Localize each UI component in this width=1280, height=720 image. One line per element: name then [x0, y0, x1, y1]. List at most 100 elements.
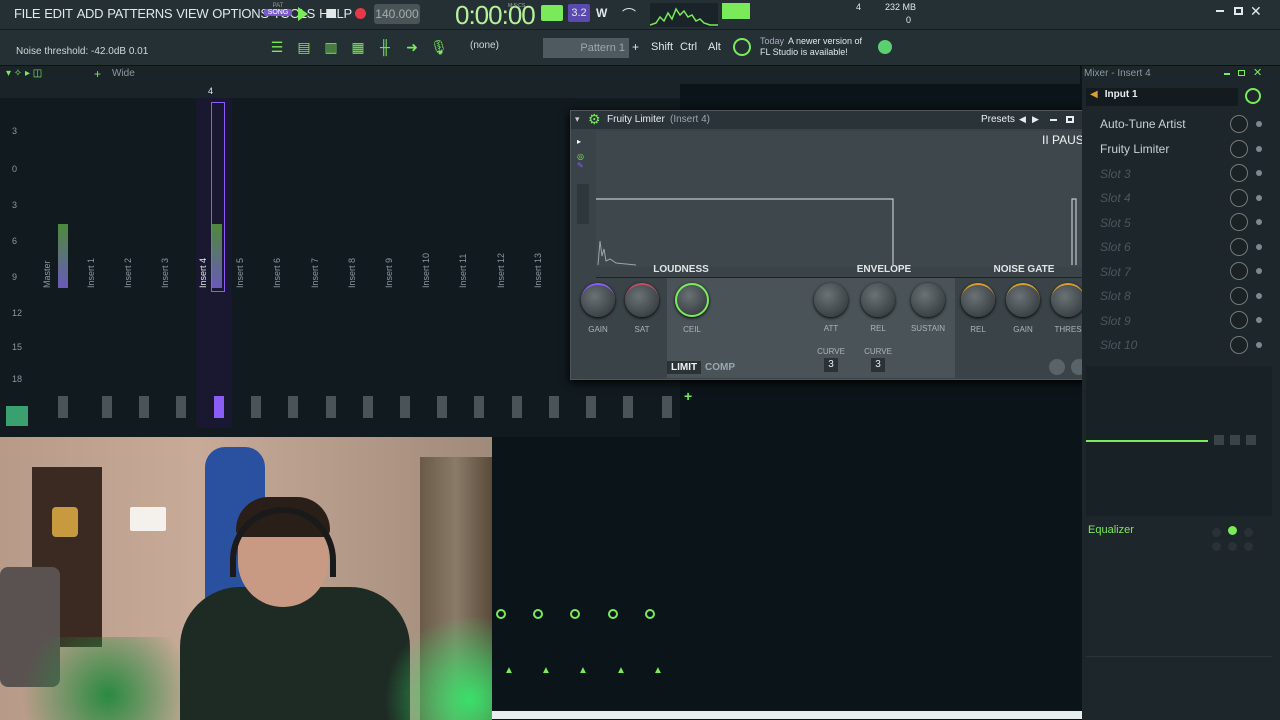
slot-mix-knob[interactable]	[1230, 336, 1248, 354]
send-knob[interactable]	[570, 609, 580, 619]
minimize-icon[interactable]	[1050, 119, 1057, 121]
browser-arrow-icon[interactable]: ▾ ✧ ▸ ◫	[6, 68, 42, 79]
ng-rel-knob[interactable]	[961, 283, 995, 317]
fader-handle[interactable]	[400, 396, 410, 418]
fader-handle[interactable]	[437, 396, 447, 418]
maximize-icon[interactable]	[1234, 7, 1243, 15]
step-button[interactable]: 3.2	[568, 4, 590, 22]
minimize-icon[interactable]	[1216, 10, 1224, 12]
slot-mix-knob[interactable]	[1230, 262, 1248, 280]
patterns-icon[interactable]: ▦	[347, 38, 369, 56]
slot-9[interactable]: Slot 9	[1100, 314, 1131, 328]
fader-handle[interactable]	[549, 396, 559, 418]
slot-mix-knob[interactable]	[1230, 287, 1248, 305]
panel-close-icon[interactable]: ✕	[1253, 66, 1262, 79]
pencil-icon[interactable]: ✎	[577, 161, 593, 170]
track-label[interactable]: Insert 9	[384, 258, 394, 288]
fader-handle[interactable]	[586, 396, 596, 418]
slot-enable-dot[interactable]	[1256, 293, 1262, 299]
route-arrow-icon[interactable]: ▲	[578, 665, 588, 676]
track-label[interactable]: Insert 12	[496, 253, 506, 288]
stop-button[interactable]	[327, 9, 336, 18]
track-label[interactable]: Insert 10	[421, 253, 431, 288]
slot-mix-knob[interactable]	[1230, 213, 1248, 231]
target-icon[interactable]: ◎	[577, 152, 593, 161]
send-knob[interactable]	[608, 609, 618, 619]
track-label[interactable]: Insert 6	[272, 258, 282, 288]
slot-7[interactable]: Slot 7	[1100, 265, 1131, 279]
track-label[interactable]: Insert 7	[310, 258, 320, 288]
send-knob[interactable]	[496, 609, 506, 619]
browser-add-icon[interactable]: +	[94, 67, 101, 81]
att-knob[interactable]	[814, 283, 848, 317]
menu-options[interactable]: OPTIONS	[212, 6, 269, 21]
news-line2[interactable]: FL Studio is available!	[760, 47, 848, 57]
metronome-icon[interactable]	[541, 5, 563, 21]
route-arrow-icon[interactable]: ▲	[653, 665, 663, 676]
channel-rack-icon[interactable]: ▥	[320, 38, 342, 56]
play-arrow-icon[interactable]: ▸	[577, 137, 593, 146]
limit-mode-button[interactable]: LIMIT	[667, 361, 702, 374]
fader-handle[interactable]	[474, 396, 484, 418]
alt-key[interactable]: Alt	[708, 41, 721, 53]
fader-handle[interactable]	[662, 396, 672, 418]
play-button[interactable]	[298, 7, 308, 21]
presets-button[interactable]: Presets	[981, 114, 1015, 125]
eq-knob[interactable]	[1244, 528, 1253, 537]
route-arrow-icon[interactable]: ▲	[616, 665, 626, 676]
globe-icon[interactable]	[878, 40, 892, 54]
gear-icon[interactable]: ⚙	[588, 111, 601, 128]
fader-handle[interactable]	[288, 396, 298, 418]
thres-knob[interactable]	[1051, 283, 1085, 317]
eq-handle[interactable]	[1230, 435, 1240, 445]
collapse-icon[interactable]: ▾	[575, 114, 580, 125]
eq-knobs[interactable]	[1202, 526, 1272, 554]
track-label[interactable]: Insert 2	[123, 258, 133, 288]
route-arrow-icon[interactable]: ▲	[504, 665, 514, 676]
piano-roll-icon[interactable]: ▤	[293, 38, 315, 56]
slot-mix-knob[interactable]	[1230, 115, 1248, 133]
side-slider[interactable]	[577, 184, 589, 224]
fader-handle[interactable]	[102, 396, 112, 418]
slot-enable-dot[interactable]	[1256, 195, 1262, 201]
route-arrow-icon[interactable]: ▲	[541, 665, 551, 676]
arrow-icon[interactable]: ➜	[401, 38, 423, 56]
menu-patterns[interactable]: PATTERNS	[107, 6, 172, 21]
menu-add[interactable]: ADD	[77, 6, 104, 21]
eq-knob[interactable]	[1228, 542, 1237, 551]
fader-handle[interactable]	[176, 396, 186, 418]
slot-enable-dot[interactable]	[1256, 170, 1262, 176]
sustain-knob[interactable]	[911, 283, 945, 317]
playlist-icon[interactable]: ☰	[266, 38, 288, 56]
tempo-display[interactable]: 140.000	[374, 4, 420, 24]
ctrl-key[interactable]: Ctrl	[680, 41, 697, 53]
track-label[interactable]: Insert 11	[458, 254, 468, 288]
add-track-button[interactable]: +	[684, 388, 692, 404]
track-label[interactable]: Insert 5	[235, 258, 245, 288]
fader-handle[interactable]	[139, 396, 149, 418]
slot-mix-knob[interactable]	[1230, 238, 1248, 256]
limiter-titlebar[interactable]: ▾ ⚙ Fruity Limiter (Insert 4) Presets ◀ …	[571, 111, 1096, 129]
prev-preset-icon[interactable]: ◀	[1019, 114, 1026, 125]
slot-enable-dot[interactable]	[1256, 342, 1262, 348]
slot-10[interactable]: Slot 10	[1100, 338, 1137, 352]
ng-toggle-icon[interactable]	[1049, 359, 1065, 375]
slot-enable-dot[interactable]	[1256, 317, 1262, 323]
mic-icon[interactable]: 🎙	[428, 38, 450, 56]
att-curve-value[interactable]: 3	[824, 358, 838, 372]
sat-knob[interactable]	[625, 283, 659, 317]
pattern-select[interactable]: Pattern 1	[543, 38, 629, 58]
track-label[interactable]: Insert 1	[86, 258, 96, 288]
eq-knob[interactable]	[1212, 542, 1221, 551]
close-icon[interactable]: ✕	[1250, 3, 1262, 20]
track-label[interactable]: Insert 3	[160, 258, 170, 288]
slot-4[interactable]: Slot 4	[1100, 191, 1131, 205]
slot-enable-dot[interactable]	[1256, 219, 1262, 225]
slot-fruity-limiter[interactable]: Fruity Limiter	[1100, 142, 1169, 156]
send-knob[interactable]	[533, 609, 543, 619]
slot-enable-dot[interactable]	[1256, 121, 1262, 127]
eq-handle[interactable]	[1214, 435, 1224, 445]
slot-5[interactable]: Slot 5	[1100, 216, 1131, 230]
pat-song-toggle[interactable]: PAT SONG	[264, 3, 292, 27]
eq-handle[interactable]	[1246, 435, 1256, 445]
